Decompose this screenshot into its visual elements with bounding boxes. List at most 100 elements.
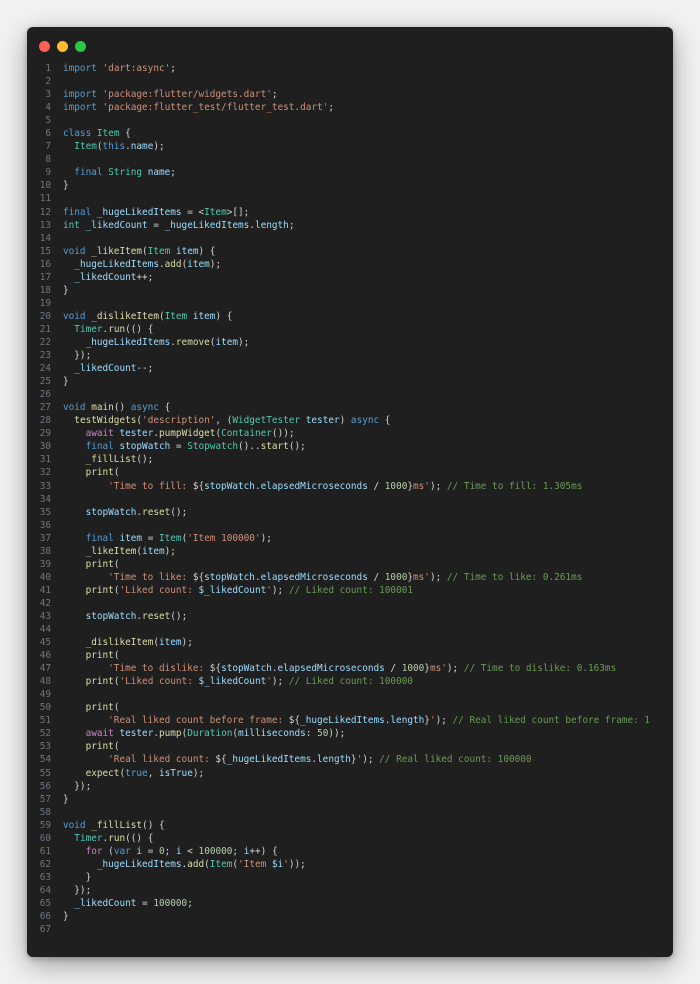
close-window-button[interactable] [39, 41, 50, 52]
line-source: for (var i = 0; i < 100000; i++) { [85, 845, 278, 857]
line-number: 55 [39, 767, 51, 779]
code-line: 7 Item(this.name); [27, 140, 673, 153]
maximize-window-button[interactable] [75, 41, 86, 52]
code-line: 28 testWidgets('description', (WidgetTes… [27, 414, 673, 427]
line-number: 34 [39, 493, 51, 505]
line-number: 38 [39, 545, 51, 557]
code-line: 20 void _dislikeItem(Item item) { [27, 310, 673, 323]
code-line: 1 import 'dart:async'; [27, 62, 673, 75]
line-number: 10 [39, 180, 51, 192]
line-source: _likedCount--; [74, 363, 154, 375]
line-source: final item = Item('Item 100000'); [85, 532, 272, 544]
line-source: }); [63, 350, 92, 362]
code-line: 61 for (var i = 0; i < 100000; i++) { [27, 845, 673, 858]
line-number: 27 [39, 402, 51, 414]
line-number: 36 [39, 519, 51, 531]
line-number: 58 [39, 806, 51, 818]
line-source: void _likeItem(Item item) { [63, 245, 216, 257]
line-number: 20 [39, 310, 51, 322]
code-line: 56 }); [27, 780, 673, 793]
line-source: import 'package:flutter/widgets.dart'; [63, 89, 278, 101]
line-number: 33 [39, 480, 51, 492]
code-line: 26 [27, 388, 673, 401]
line-number: 60 [39, 832, 51, 844]
code-line: 14 [27, 232, 673, 245]
line-number: 31 [39, 454, 51, 466]
line-source: final stopWatch = Stopwatch()..start(); [85, 441, 306, 453]
line-source: print( [85, 650, 120, 662]
line-number: 16 [39, 258, 51, 270]
line-source: Timer.run(() { [74, 323, 154, 335]
code-line: 38 _likeItem(item); [27, 545, 673, 558]
line-number: 14 [39, 232, 51, 244]
line-number: 62 [39, 858, 51, 870]
line-source: } [63, 871, 92, 883]
line-source: stopWatch.reset(); [85, 610, 188, 622]
code-line: 4 import 'package:flutter_test/flutter_te… [27, 101, 673, 114]
line-number: 52 [39, 728, 51, 740]
line-number: 54 [39, 754, 51, 766]
code-line: 35 stopWatch.reset(); [27, 506, 673, 519]
line-number: 30 [39, 441, 51, 453]
line-number: 12 [39, 206, 51, 218]
line-source: 'Time to like: ${stopWatch.elapsedMicros… [108, 571, 583, 583]
code-line: 52 await tester.pump(Duration(millisecon… [27, 727, 673, 740]
line-number: 9 [45, 167, 51, 179]
code-line: 45 _dislikeItem(item); [27, 636, 673, 649]
code-line: 24 _likedCount--; [27, 362, 673, 375]
line-number: 13 [39, 219, 51, 231]
line-source: 'Real liked count: ${_hugeLikedItems.len… [108, 754, 532, 766]
line-number: 59 [39, 819, 51, 831]
line-source: _fillList(); [85, 454, 154, 466]
code-line: 37 final item = Item('Item 100000'); [27, 532, 673, 545]
code-line: 46 print( [27, 649, 673, 662]
line-number: 40 [39, 571, 51, 583]
line-source: void _dislikeItem(Item item) { [63, 310, 233, 322]
line-number: 23 [39, 350, 51, 362]
code-line: 25} [27, 375, 673, 388]
line-number: 64 [39, 884, 51, 896]
code-line: 58 [27, 806, 673, 819]
line-source: testWidgets('description', (WidgetTester… [74, 415, 391, 427]
code-line: 8 [27, 153, 673, 166]
line-source: int _likedCount = _hugeLikedItems.length… [63, 219, 295, 231]
line-source: stopWatch.reset(); [85, 506, 188, 518]
code-line: 43 stopWatch.reset(); [27, 610, 673, 623]
line-number: 37 [39, 532, 51, 544]
line-number: 26 [39, 389, 51, 401]
line-source: } [63, 376, 69, 388]
line-source: 'Real liked count before frame: ${_hugeL… [108, 715, 651, 727]
line-number: 67 [39, 924, 51, 936]
line-source: _hugeLikedItems.remove(item); [85, 336, 250, 348]
minimize-window-button[interactable] [57, 41, 68, 52]
code-line: 50 print( [27, 701, 673, 714]
code-line: 32 print( [27, 466, 673, 479]
code-line: 66} [27, 910, 673, 923]
code-line: 53 print( [27, 740, 673, 753]
line-number: 45 [39, 637, 51, 649]
line-source: print('Liked count: $_likedCount'); // L… [85, 584, 414, 596]
line-number: 41 [39, 584, 51, 596]
line-number: 50 [39, 702, 51, 714]
line-number: 1 [45, 63, 51, 74]
code-line: 33 'Time to fill: ${stopWatch.elapsedMic… [27, 480, 673, 493]
line-source: _dislikeItem(item); [85, 637, 193, 649]
line-number: 42 [39, 597, 51, 609]
line-source: final String name; [74, 167, 176, 179]
line-source: expect(true, isTrue); [85, 767, 205, 779]
code-line: 47 'Time to dislike: ${stopWatch.elapsed… [27, 662, 673, 675]
line-source: 'Time to dislike: ${stopWatch.elapsedMic… [108, 663, 617, 675]
code-line: 60 Timer.run(() { [27, 832, 673, 845]
line-source: } [63, 911, 69, 923]
line-number: 61 [39, 845, 51, 857]
code-line: 3 import 'package:flutter/widgets.dart'; [27, 88, 673, 101]
code-line: 64 }); [27, 884, 673, 897]
code-line: 63 } [27, 871, 673, 884]
code-editor[interactable]: 1 import 'dart:async'; 2 3 import 'package:f… [27, 62, 673, 936]
line-source: class Item { [63, 128, 131, 140]
line-number: 53 [39, 741, 51, 753]
line-number: 51 [39, 715, 51, 727]
line-number: 57 [39, 793, 51, 805]
line-number: 21 [39, 323, 51, 335]
code-line: 23 }); [27, 349, 673, 362]
